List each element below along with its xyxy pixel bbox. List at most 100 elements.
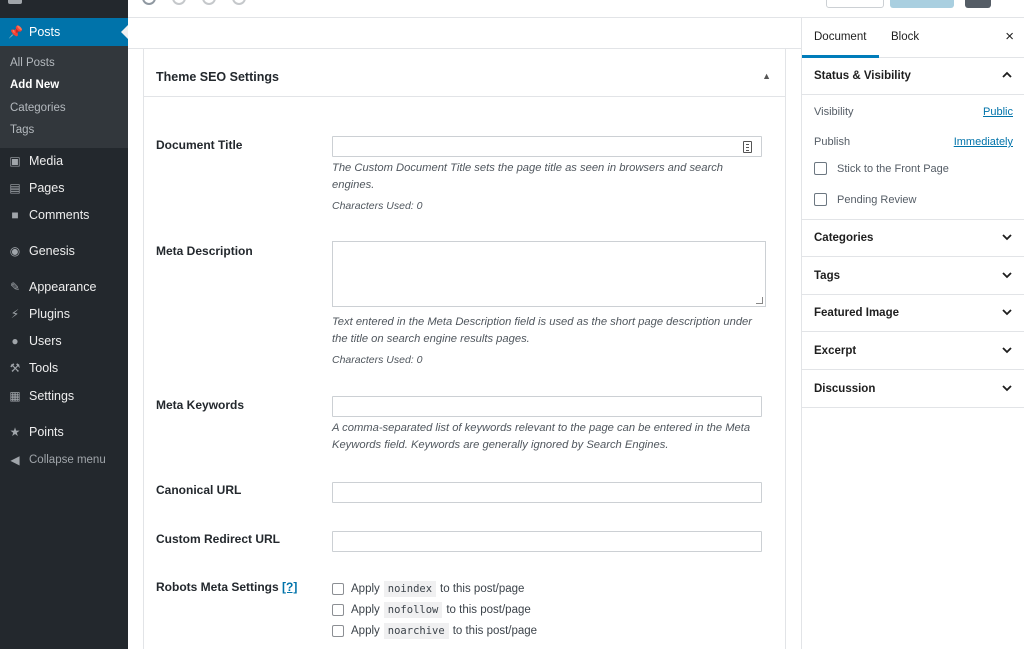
noarchive-checkbox[interactable] [332,625,344,637]
meta-description-counter: Characters Used: 0 [332,354,423,366]
collapse-toggle-icon[interactable]: ▲ [762,71,771,81]
robots-meta-label-text: Robots Meta Settings [156,580,279,594]
pending-review-option[interactable]: Pending Review [814,193,917,206]
submenu-tags[interactable]: Tags [10,124,34,136]
collapse-menu-button[interactable]: ◀ Collapse menu [0,447,128,473]
menu-item-label: Users [29,334,62,348]
menu-item-label: Media [29,154,64,168]
genesis-icon: ◉ [9,244,21,258]
menu-item-points[interactable]: ★ Points [0,419,128,445]
comments-icon: ■ [11,208,19,222]
publish-button[interactable] [890,0,954,8]
menu-item-posts-label: Posts [29,25,61,39]
document-title-input[interactable] [332,136,762,157]
option-code: nofollow [383,602,443,618]
undo-icon[interactable] [172,0,186,5]
seo-metabox-header[interactable]: Theme SEO Settings ▲ [144,49,785,97]
robots-nofollow-option[interactable]: Apply nofollow to this post/page [332,601,531,619]
menu-item-comments[interactable]: ■ Comments [0,202,128,228]
tab-block[interactable]: Block [891,31,919,43]
menu-item-label: Plugins [29,307,70,321]
sidebar-tabs: Document Block × [801,18,1024,58]
menu-item-pages[interactable]: ▤ Pages [0,175,128,201]
panel-title: Tags [814,270,840,282]
option-label-suffix: to this post/page [452,625,538,637]
chevron-down-icon [1002,385,1012,392]
submenu-categories[interactable]: Categories [10,102,66,114]
seo-metabox-title: Theme SEO Settings [156,70,279,84]
collapse-icon: ◀ [10,453,20,467]
admin-menu: 📌 Posts All Posts Add New Categories Tag… [0,0,128,649]
menu-item-label: Tools [29,361,59,375]
menu-item-media[interactable]: ▣ Media [0,148,128,174]
robots-noindex-option[interactable]: Apply noindex to this post/page [332,580,524,598]
autofill-icon[interactable] [743,141,752,153]
stick-to-front-checkbox[interactable] [814,162,827,175]
redirect-url-input[interactable] [332,531,762,552]
publish-date-link[interactable]: Immediately [954,136,1013,148]
menu-item-plugins[interactable]: ⚡ Plugins [0,301,128,327]
visibility-link[interactable]: Public [983,106,1013,118]
meta-description-description: Text entered in the Meta Description fie… [332,316,752,345]
panel-status-visibility[interactable]: Status & Visibility [802,58,1024,95]
status-visibility-body: Visibility Public Publish Immediately St… [802,95,1024,220]
menu-item-posts[interactable]: 📌 Posts [0,18,128,46]
panel-tags[interactable]: Tags [802,258,1024,295]
settings-sidebar: Document Block × Status & Visibility Vis… [801,18,1024,649]
canonical-url-input[interactable] [332,482,762,503]
menu-item-users[interactable]: ● Users [0,328,128,354]
stick-to-front-option[interactable]: Stick to the Front Page [814,162,949,175]
option-label-suffix: to this post/page [446,604,531,616]
panel-featured-image[interactable]: Featured Image [802,295,1024,332]
noindex-checkbox[interactable] [332,583,344,595]
meta-description-textarea[interactable] [332,241,766,307]
close-icon[interactable]: × [1005,28,1014,45]
canonical-url-label: Canonical URL [156,483,242,497]
submenu-add-new[interactable]: Add New [10,79,59,91]
pending-review-label: Pending Review [837,193,917,206]
pages-icon: ▤ [9,181,21,195]
option-label-prefix: Apply [351,625,380,637]
option-label-prefix: Apply [351,604,380,616]
info-icon[interactable] [232,0,246,5]
meta-keywords-input[interactable] [332,396,762,417]
tools-icon: ⚒ [9,361,21,375]
submenu-all-posts[interactable]: All Posts [10,57,55,69]
seo-metabox: Theme SEO Settings ▲ Document Title The … [143,49,786,649]
menu-item-genesis[interactable]: ◉ Genesis [0,238,128,264]
wordpress-icon[interactable] [8,0,22,4]
option-code: noindex [383,581,437,597]
chevron-down-icon [1002,309,1012,316]
panel-title: Status & Visibility [814,70,911,82]
menu-item-tools[interactable]: ⚒ Tools [0,355,128,381]
redo-icon[interactable] [202,0,216,5]
menu-item-appearance[interactable]: ✎ Appearance [0,274,128,300]
panel-title: Categories [814,232,874,244]
document-title-counter: Characters Used: 0 [332,200,423,212]
robots-noarchive-option[interactable]: Apply noarchive to this post/page [332,622,537,640]
chevron-up-icon [1002,71,1012,78]
menu-item-label: Appearance [29,280,97,294]
nofollow-checkbox[interactable] [332,604,344,616]
menu-item-settings[interactable]: ▦ Settings [0,383,128,409]
chevron-down-icon [1002,234,1012,241]
panel-title: Featured Image [814,307,899,319]
panel-discussion[interactable]: Discussion [802,371,1024,408]
stick-to-front-label: Stick to the Front Page [837,162,949,175]
meta-description-label: Meta Description [156,244,253,258]
redirect-url-label: Custom Redirect URL [156,532,281,546]
panel-excerpt[interactable]: Excerpt [802,333,1024,370]
collapse-menu-label: Collapse menu [29,454,106,466]
menu-item-label: Points [29,425,64,439]
pending-review-checkbox[interactable] [814,193,827,206]
robots-help-link[interactable]: [?] [282,580,297,594]
resize-handle-icon[interactable] [756,297,763,304]
preview-button[interactable] [826,0,884,8]
appearance-icon: ✎ [9,280,21,294]
menu-item-label: Pages [29,181,65,195]
tab-document[interactable]: Document [801,31,880,58]
option-code: noarchive [383,623,449,639]
settings-gear-button[interactable] [965,0,991,8]
panel-categories[interactable]: Categories [802,220,1024,257]
add-block-icon[interactable] [142,0,156,5]
